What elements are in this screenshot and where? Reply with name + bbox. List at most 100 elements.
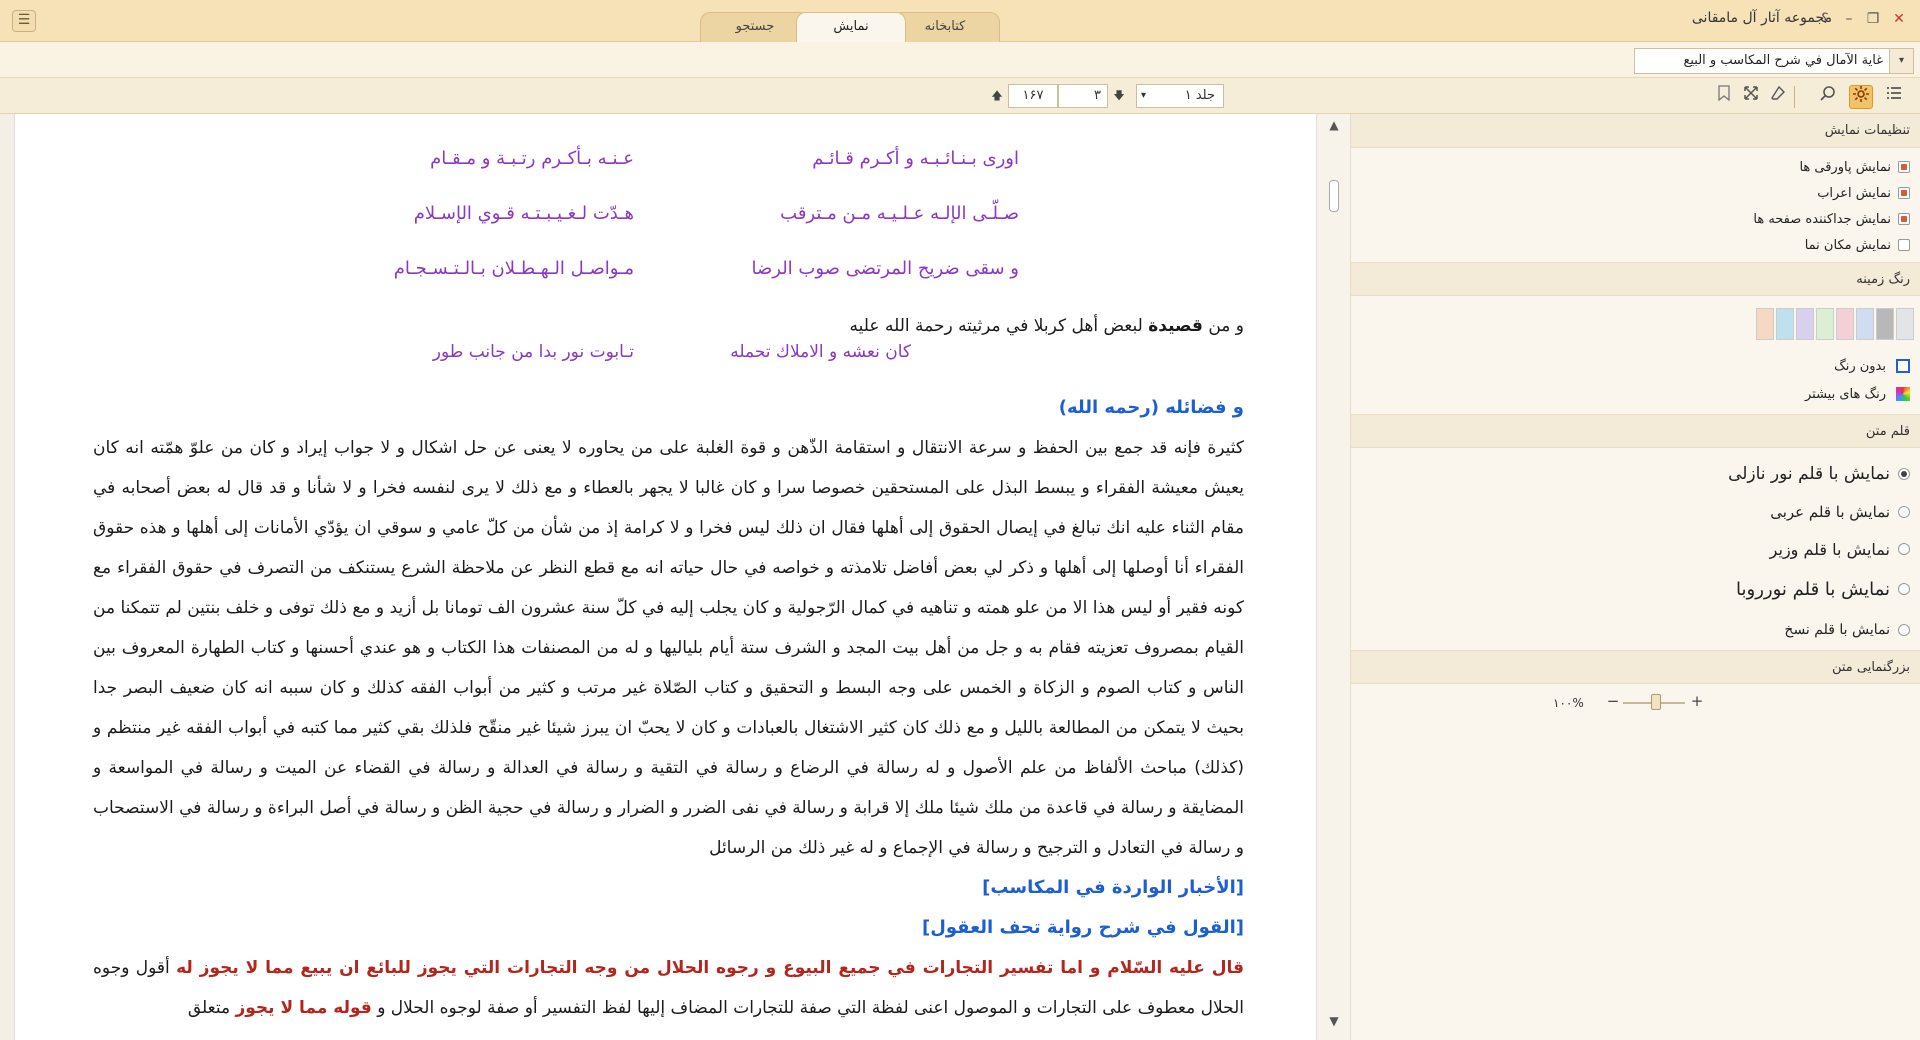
quote-paragraph: قال عليه السّلام و اما تفسير التجارات في… (93, 948, 1244, 1028)
intro-line: و من قصيدة لبعض أهل كربلا في مرثيته رحمة… (93, 316, 1244, 336)
couplet-hemistich-1: كان نعشه و الاملاك تحمله (730, 342, 911, 362)
menu-button[interactable]: ☰ (12, 10, 36, 32)
zoom-in-button[interactable]: + (1689, 692, 1705, 712)
search-icon[interactable] (1816, 85, 1840, 109)
main-tabs: کتابخانه نمایش جستجو (700, 12, 1000, 42)
tab-library[interactable]: کتابخانه (890, 12, 1000, 42)
checkbox[interactable] (1898, 213, 1910, 225)
intro-bold: قصيدة (1148, 316, 1203, 336)
color-swatch[interactable] (1776, 308, 1794, 340)
couplet-hemistich-2: تـابوت نور بدا من جانب طور (432, 342, 634, 362)
font-option-vazir[interactable]: نمایش با قلم وزیر (1351, 530, 1920, 568)
book-row: ▾ غاية الآمال في شرح المكاسب و البيع (0, 42, 1920, 78)
poem-line: و سقى ضريح المرتضى صوب الرضا مـواصـل الـ… (93, 238, 1244, 288)
book-text-area: اوری بـنـائـبـه و أكـرم قـائـم عـنـه بـأ… (14, 114, 1316, 1040)
book-select[interactable]: ▾ غاية الآمال في شرح المكاسب و البيع (1634, 48, 1914, 74)
font-option-label: نمایش با قلم نور نازلی (1728, 464, 1890, 484)
checkbox[interactable] (1898, 239, 1910, 251)
scroll-thumb[interactable] (1329, 180, 1339, 212)
prev-page-icon[interactable]: 🡅 (988, 84, 1006, 108)
font-option-label: نمایش با قلم وزیر (1769, 539, 1890, 559)
section-heading: [الأخبار الواردة في المكاسب] (982, 877, 1244, 898)
volume-value: جلد ۱ (1184, 88, 1215, 103)
intro-prefix: و من (1208, 316, 1244, 336)
fullscreen-icon[interactable] (1739, 85, 1763, 109)
radio-button[interactable] (1898, 583, 1910, 595)
chevron-down-icon[interactable]: ▾ (1889, 49, 1913, 73)
font-option-naskh[interactable]: نمایش با قلم نسخ (1351, 610, 1920, 650)
no-color-label: بدون رنگ (1834, 358, 1886, 374)
book-select-value: غاية الآمال في شرح المكاسب و البيع (1683, 53, 1883, 68)
more-colors-option[interactable]: رنگ های بیشتر (1351, 380, 1920, 408)
font-option-label: نمایش با قلم نسخ (1784, 622, 1890, 638)
close-button[interactable]: ✕ (1888, 8, 1910, 30)
list-icon[interactable] (1882, 85, 1906, 109)
zoom-out-button[interactable]: − (1605, 692, 1621, 712)
option-diacritics[interactable]: نمایش اعراب (1351, 180, 1920, 206)
option-page-separators[interactable]: نمایش جداکننده صفحه ها (1351, 206, 1920, 232)
palette-icon[interactable] (1896, 387, 1910, 401)
restore-button[interactable]: ❐ (1862, 8, 1884, 30)
book-content: اوری بـنـائـبـه و أكـرم قـائـم عـنـه بـأ… (93, 128, 1244, 1028)
option-cursor[interactable]: نمایش مکان نما (1351, 232, 1920, 258)
volume-select[interactable]: جلد ۱ ▾ (1136, 84, 1224, 108)
chevron-down-icon[interactable]: ▾ (1141, 85, 1146, 107)
intro-text: لبعض أهل كربلا في مرثيته رحمة الله عليه (849, 316, 1143, 336)
font-options: نمایش با قلم نور نازلی نمایش با قلم عربی… (1351, 448, 1920, 650)
no-color-icon[interactable] (1896, 359, 1910, 373)
option-label: نمایش جداکننده صفحه ها (1753, 211, 1891, 227)
toolbar: 🡅 ۱۶۷ ۳ 🡇 جلد ۱ ▾ (0, 78, 1920, 114)
display-settings-title: تنظيمات نمایش (1351, 114, 1920, 148)
virtues-heading: و فضائله (رحمه الله) (1058, 397, 1244, 418)
color-swatch[interactable] (1896, 308, 1914, 340)
option-label: نمایش اعراب (1817, 185, 1891, 201)
color-swatch[interactable] (1836, 308, 1854, 340)
tab-search[interactable]: جستجو (700, 12, 810, 42)
quote-text: قوله مما لا يجوز (235, 998, 372, 1018)
tab-view[interactable]: نمایش (796, 12, 906, 42)
color-swatches (1351, 296, 1920, 342)
display-options: نمایش پاورقی ها نمایش اعراب نمایش جداکنن… (1351, 148, 1920, 262)
font-title: قلم متن (1351, 414, 1920, 448)
zoom-value: ۱۰۰% (1553, 696, 1584, 710)
poem-line: اوری بـنـائـبـه و أكـرم قـائـم عـنـه بـأ… (93, 128, 1244, 183)
section-heading: [القول في شرح رواية تحف العقول] (922, 917, 1244, 938)
option-label: نمایش مکان نما (1804, 237, 1891, 253)
poem-hemistich-1: اوری بـنـائـبـه و أكـرم قـائـم (812, 148, 1019, 169)
radio-button[interactable] (1898, 506, 1910, 518)
poem-line: صـلّـى الإلـه عـلـيـه مـن مـترقب هـدّت ل… (93, 183, 1244, 238)
radio-button[interactable] (1898, 624, 1910, 636)
virtues-paragraph: كثيرة فإنه قد جمع بين الحفظ و سرعة الانت… (93, 438, 1244, 858)
next-page-icon[interactable]: 🡇 (1110, 84, 1128, 108)
font-option-norruba[interactable]: نمایش با قلم نورروبا (1351, 568, 1920, 610)
scroll-down-icon[interactable]: ▼ (1317, 1014, 1351, 1034)
gear-icon[interactable] (1849, 85, 1873, 109)
color-swatch[interactable] (1816, 308, 1834, 340)
couplet: كان نعشه و الاملاك تحمله تـابوت نور بدا … (93, 336, 1244, 376)
zoom-slider-thumb[interactable] (1651, 694, 1661, 710)
no-color-option[interactable]: بدون رنگ (1351, 352, 1920, 380)
color-swatch[interactable] (1796, 308, 1814, 340)
page-input[interactable]: ۳ (1058, 84, 1108, 108)
radio-button[interactable] (1898, 468, 1910, 480)
poem-hemistich-2: عـنـه بـأكـرم رتـبـة و مـقـام (430, 148, 634, 169)
window-title: مجموعه آثار آل مامقانی (1691, 10, 1832, 26)
eraser-icon[interactable] (1766, 85, 1790, 109)
color-swatch[interactable] (1756, 308, 1774, 340)
minimize-button[interactable]: – (1838, 8, 1860, 30)
color-swatch[interactable] (1856, 308, 1874, 340)
option-footnotes[interactable]: نمایش پاورقی ها (1351, 154, 1920, 180)
bookmark-icon[interactable] (1712, 85, 1736, 109)
font-option-label: نمایش با قلم نورروبا (1736, 578, 1890, 600)
font-option-arabic[interactable]: نمایش با قلم عربی (1351, 494, 1920, 530)
poem-hemistich-1: صـلّـى الإلـه عـلـيـه مـن مـترقب (780, 203, 1019, 224)
checkbox[interactable] (1898, 161, 1910, 173)
vertical-scrollbar[interactable]: ▲ ▼ (1316, 114, 1350, 1040)
scroll-up-icon[interactable]: ▲ (1317, 118, 1351, 138)
help-button[interactable]: ؟ (1814, 8, 1836, 30)
color-swatch[interactable] (1876, 308, 1894, 340)
checkbox[interactable] (1898, 187, 1910, 199)
font-option-nazli[interactable]: نمایش با قلم نور نازلی (1351, 454, 1920, 494)
font-option-label: نمایش با قلم عربی (1770, 503, 1890, 521)
radio-button[interactable] (1898, 543, 1910, 555)
